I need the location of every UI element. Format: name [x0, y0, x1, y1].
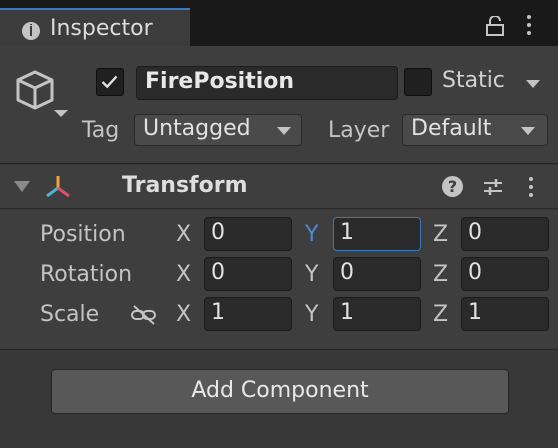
- tag-value: Untagged: [143, 116, 251, 141]
- object-name-input[interactable]: FirePosition: [136, 66, 398, 100]
- position-z-label[interactable]: Z: [433, 222, 448, 247]
- rotation-x-label[interactable]: X: [176, 262, 191, 287]
- position-label: Position: [40, 222, 126, 247]
- static-dropdown-icon[interactable]: [526, 80, 540, 88]
- lock-icon[interactable]: [486, 16, 504, 36]
- scale-z-input[interactable]: 1: [461, 297, 549, 331]
- tab-menu-icon[interactable]: [526, 13, 532, 37]
- tab-inspector[interactable]: Inspector: [0, 8, 190, 46]
- rotation-y-input[interactable]: 0: [333, 257, 421, 291]
- presets-sliders-icon[interactable]: [482, 176, 504, 198]
- scale-z-label[interactable]: Z: [433, 302, 448, 327]
- rotation-label: Rotation: [40, 262, 133, 287]
- gameobject-cube-icon[interactable]: [14, 68, 72, 120]
- checkmark-icon: [101, 75, 118, 89]
- position-z-input[interactable]: 0: [461, 217, 549, 251]
- tab-inspector-label: Inspector: [50, 16, 153, 41]
- object-header: FirePosition Static Tag Untagged Layer D…: [0, 46, 558, 164]
- info-icon: [22, 22, 40, 40]
- rotation-z-label[interactable]: Z: [433, 262, 448, 287]
- position-x-label[interactable]: X: [176, 222, 191, 247]
- foldout-arrow-icon[interactable]: [14, 181, 30, 192]
- layer-value: Default: [411, 116, 492, 141]
- scale-y-label[interactable]: Y: [305, 302, 318, 327]
- layer-label: Layer: [328, 118, 390, 143]
- tag-dropdown[interactable]: Untagged: [134, 114, 302, 146]
- transform-title: Transform: [122, 173, 248, 198]
- static-label: Static: [442, 68, 505, 93]
- position-y-input[interactable]: 1: [333, 217, 421, 251]
- scale-x-label[interactable]: X: [176, 302, 191, 327]
- tag-label: Tag: [82, 118, 120, 143]
- constrain-proportions-link-icon[interactable]: [130, 304, 158, 326]
- active-checkbox[interactable]: [96, 68, 124, 96]
- layer-dropdown[interactable]: Default: [402, 114, 548, 146]
- component-menu-icon[interactable]: [528, 175, 534, 199]
- tab-bar: Inspector: [0, 0, 558, 46]
- rotation-x-input[interactable]: 0: [204, 257, 292, 291]
- add-component-button[interactable]: Add Component: [51, 369, 509, 414]
- transform-axes-icon: [46, 176, 70, 198]
- rotation-y-label[interactable]: Y: [305, 262, 318, 287]
- scale-x-input[interactable]: 1: [204, 297, 292, 331]
- position-y-label[interactable]: Y: [305, 222, 318, 247]
- rotation-z-input[interactable]: 0: [461, 257, 549, 291]
- static-checkbox[interactable]: [404, 68, 432, 96]
- chevron-down-icon: [277, 127, 291, 135]
- position-x-input[interactable]: 0: [204, 217, 292, 251]
- scale-label: Scale: [40, 302, 100, 327]
- scale-y-input[interactable]: 1: [333, 297, 421, 331]
- transform-body: Position X 0 Y 1 Z 0 Rotation X 0 Y 0 Z …: [0, 210, 558, 350]
- help-icon[interactable]: ?: [442, 176, 463, 197]
- transform-header[interactable]: Transform ?: [0, 165, 558, 209]
- chevron-down-icon: [521, 127, 535, 135]
